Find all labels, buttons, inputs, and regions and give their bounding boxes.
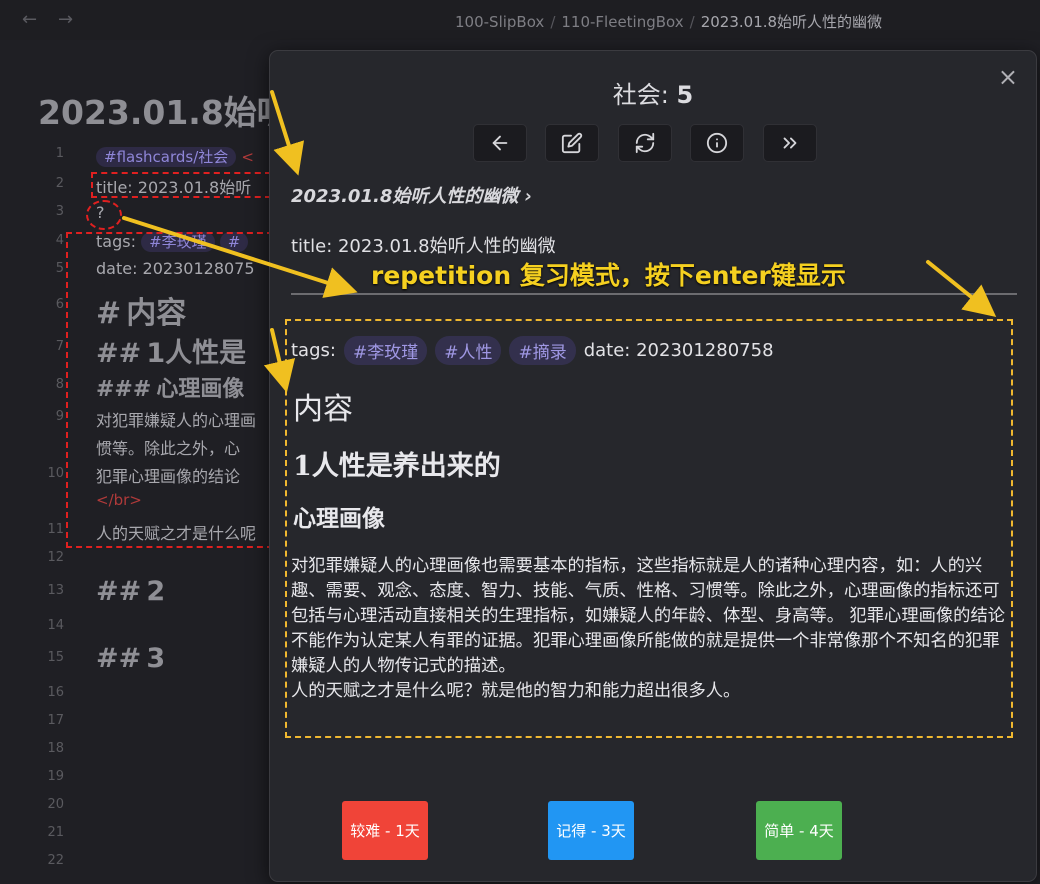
line-number: 19 xyxy=(47,769,64,784)
card-question: title: 2023.01.8始听人性的幽微 xyxy=(291,236,556,257)
skip-button[interactable] xyxy=(763,124,817,162)
line-number: 11 xyxy=(47,522,64,537)
easy-button[interactable]: 简单 - 4天 xyxy=(756,801,842,860)
line-number: 12 xyxy=(47,550,64,565)
back-button[interactable] xyxy=(473,124,527,162)
skip-icon xyxy=(783,137,797,149)
reset-button[interactable] xyxy=(618,124,672,162)
line-number: 1 xyxy=(55,146,64,161)
heading-text: 2 xyxy=(146,576,166,607)
top-bar: ← → 100-SlipBox/110-FleetingBox/2023.01.… xyxy=(0,0,1040,40)
back-arrow-icon[interactable]: ← xyxy=(22,9,37,30)
line-number: 15 xyxy=(47,650,64,665)
forward-arrow-icon[interactable]: → xyxy=(58,9,73,30)
line-number: 6 xyxy=(55,297,64,312)
annotation-box-answer-revealed xyxy=(285,319,1013,738)
breadcrumb-item[interactable]: 110-FleetingBox xyxy=(561,13,683,31)
deck-name: 社会: xyxy=(612,81,677,109)
annotation-circle-question xyxy=(86,200,122,230)
edit-button[interactable] xyxy=(545,124,599,162)
line-number: 9 xyxy=(55,409,64,424)
back-arrow-icon xyxy=(492,135,508,151)
editor-line-tags[interactable]: #flashcards/社会 < xyxy=(96,146,254,167)
breadcrumb-current: 2023.01.8始听人性的幽微 xyxy=(700,13,883,31)
page-title: 2023.01.8始听 xyxy=(38,93,290,132)
editor-heading-2[interactable]: ## 2 xyxy=(96,576,165,607)
reset-icon xyxy=(635,132,655,154)
line-number: 17 xyxy=(47,713,64,728)
source-note-link[interactable]: 2023.01.8始听人性的幽微 › xyxy=(291,182,532,208)
line-number: 21 xyxy=(47,825,64,840)
line-number: 7 xyxy=(55,339,64,354)
info-icon xyxy=(706,132,728,154)
line-number: 5 xyxy=(55,261,64,276)
heading-marker: ## xyxy=(96,643,142,674)
editor-heading-2[interactable]: ## 3 xyxy=(96,643,165,674)
line-number: 2 xyxy=(55,176,64,191)
line-number: 20 xyxy=(47,797,64,812)
line-number: 8 xyxy=(55,377,64,392)
html-tag: < xyxy=(241,148,254,166)
line-number: 22 xyxy=(47,853,64,868)
answer-divider xyxy=(291,293,1017,295)
line-number: 16 xyxy=(47,685,64,700)
annotation-box-answer xyxy=(66,232,273,548)
line-number: 13 xyxy=(47,583,64,598)
line-number: 14 xyxy=(47,618,64,633)
heading-text: 3 xyxy=(146,643,166,674)
card-count: 5 xyxy=(676,81,694,109)
modal-title: 社会: 5 xyxy=(270,75,1036,110)
info-button[interactable] xyxy=(690,124,744,162)
edit-icon xyxy=(561,132,583,154)
annotation-label: repetition 复习模式，按下enter键显示 xyxy=(371,261,846,290)
good-button[interactable]: 记得 - 3天 xyxy=(548,801,634,860)
breadcrumb-item[interactable]: 100-SlipBox xyxy=(455,13,544,31)
breadcrumb: 100-SlipBox/110-FleetingBox/2023.01.8始听人… xyxy=(455,13,883,31)
line-number: 3 xyxy=(55,204,64,219)
line-number: 18 xyxy=(47,741,64,756)
flashcard-tag[interactable]: #flashcards/社会 xyxy=(96,147,237,167)
flashcard-review-modal: × 社会: 5 2023.01.8始听人性的幽微 › title: 2023.0… xyxy=(269,50,1037,882)
line-number: 10 xyxy=(47,466,64,481)
line-number: 4 xyxy=(55,233,64,248)
annotation-box-title xyxy=(91,172,271,198)
hard-button[interactable]: 较难 - 1天 xyxy=(342,801,428,860)
heading-marker: ## xyxy=(96,576,142,607)
